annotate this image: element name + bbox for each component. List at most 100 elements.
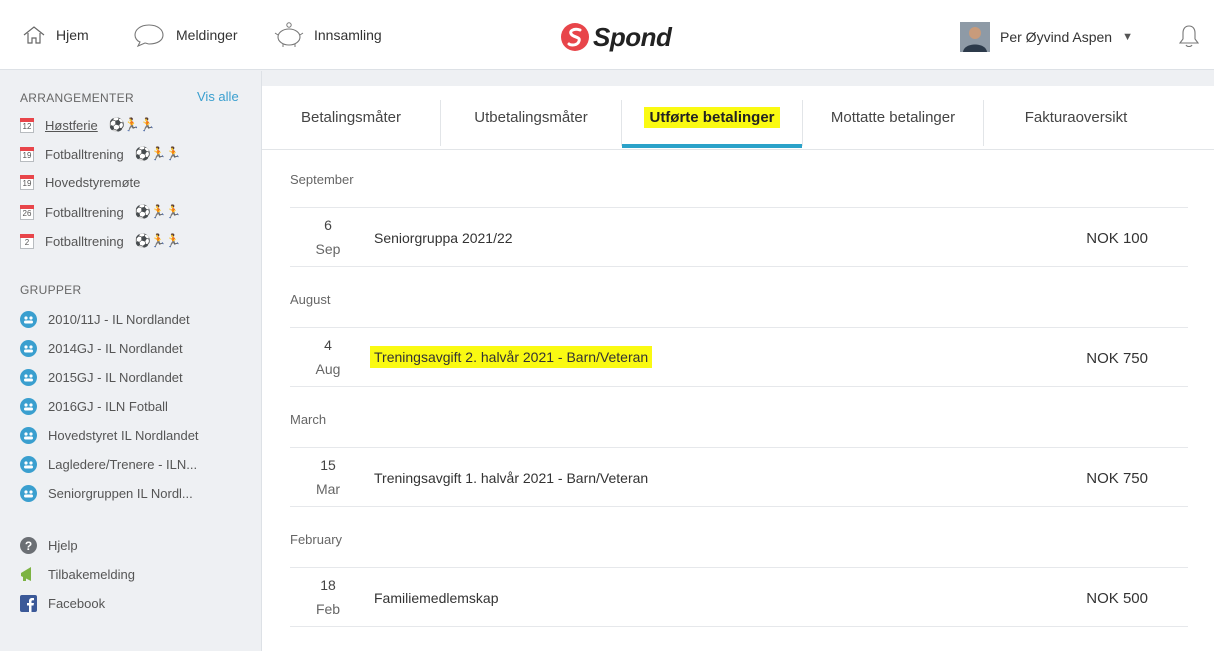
payment-row[interactable]: 15 Mar Treningsavgift 1. halvår 2021 - B… [290,447,1188,507]
nav-home-label: Hjem [56,27,89,43]
payment-title: Familiemedlemskap [374,590,499,606]
sidebar-group-item[interactable]: 2010/11J - IL Nordlandet [20,311,190,328]
megaphone-icon [21,567,31,581]
group-label: Hovedstyret IL Nordlandet [48,428,199,443]
top-navigation-bar: Hjem Meldinger Innsamling Spond Per Øyvi… [0,0,1214,70]
group-icon [20,456,37,473]
events-heading: ARRANGEMENTER [20,91,134,105]
nav-messages-label: Meldinger [176,27,238,43]
payment-day: 4 [324,337,332,353]
payment-day: 6 [324,217,332,233]
event-label: Høstferie [45,117,98,133]
calendar-icon: 19 [20,146,34,162]
calendar-icon: 26 [20,204,34,220]
football-players-icon: ⚽🏃🏃 [134,204,182,219]
payment-day: 15 [320,457,336,473]
payment-month: Feb [315,601,341,617]
group-icon [20,369,37,386]
payment-title: Treningsavgift 2. halvår 2021 - Barn/Vet… [370,346,653,368]
sidebar-event-item[interactable]: 19 Fotballtrening ⚽🏃🏃 [20,146,182,162]
payment-amount: NOK 750 [1086,350,1148,367]
spond-logo[interactable]: Spond [560,20,672,54]
brand-name: Spond [593,21,672,52]
payment-amount: NOK 500 [1086,590,1148,607]
payment-title: Seniorgruppa 2021/22 [374,230,513,246]
group-icon [20,311,37,328]
sidebar-group-item[interactable]: 2014GJ - IL Nordlandet [20,340,183,357]
avatar [960,22,990,52]
event-label: Hovedstyremøte [45,175,141,190]
tab-completed-payments[interactable]: Utførte betalinger [622,86,802,149]
user-name: Per Øyvind Aspen [1000,29,1113,45]
group-icon [20,427,37,444]
event-label: Fotballtrening [45,233,124,249]
football-players-icon: ⚽🏃🏃 [108,117,156,132]
month-heading: August [290,292,331,307]
link-label: Facebook [48,596,106,611]
payment-month: Mar [315,481,341,497]
month-heading: September [290,172,354,187]
groups-heading: GRUPPER [20,283,82,297]
link-label: Tilbakemelding [48,567,135,582]
bell-icon [1178,25,1200,48]
sidebar-group-item[interactable]: Lagledere/Trenere - ILN... [20,456,197,473]
group-icon [20,398,37,415]
month-heading: March [290,412,327,427]
see-all-link[interactable]: Vis alle [197,89,239,104]
nav-home[interactable]: Hjem [22,0,89,70]
sidebar-group-item[interactable]: Seniorgruppen IL Nordl... [20,485,193,502]
nav-messages[interactable]: Meldinger [132,0,237,70]
svg-text:?: ? [25,539,32,553]
sidebar-group-item[interactable]: 2016GJ - ILN Fotball [20,398,168,415]
group-label: Seniorgruppen IL Nordl... [48,486,193,501]
payments-panel: Betalingsmåter Utbetalingsmåter Utførte … [262,86,1214,651]
payment-amount: NOK 100 [1086,230,1148,247]
payment-amount: NOK 750 [1086,470,1148,487]
calendar-icon: 2 [20,233,34,249]
event-label: Fotballtrening [45,146,124,162]
football-players-icon: ⚽🏃🏃 [134,146,182,161]
group-label: Lagledere/Trenere - ILN... [48,457,198,472]
payment-row[interactable]: 18 Feb Familiemedlemskap NOK 500 [290,567,1188,627]
sidebar-event-item[interactable]: 12 Høstferie ⚽🏃🏃 [20,117,156,133]
nav-fundraising-label: Innsamling [314,27,382,43]
tab-payout-methods[interactable]: Utbetalingsmåter [441,86,621,149]
group-label: 2016GJ - ILN Fotball [48,399,168,414]
payment-row[interactable]: 4 Aug Treningsavgift 2. halvår 2021 - Ba… [290,327,1188,387]
facebook-icon [20,595,37,612]
calendar-icon: 12 [20,117,34,133]
notifications-bell[interactable] [1178,24,1200,53]
event-label: Fotballtrening [45,204,124,220]
sidebar-link-feedback[interactable]: Tilbakemelding [20,566,135,583]
group-label: 2014GJ - IL Nordlandet [48,341,183,356]
sidebar-event-item[interactable]: 2 Fotballtrening ⚽🏃🏃 [20,233,182,249]
payment-title: Treningsavgift 1. halvår 2021 - Barn/Vet… [374,470,649,486]
sidebar-event-item[interactable]: 19 Hovedstyremøte [20,175,140,190]
sidebar-link-facebook[interactable]: Facebook [20,595,105,612]
group-icon [20,340,37,357]
payment-day: 18 [320,577,336,593]
payment-month: Sep [315,241,341,257]
help-icon: ? [20,537,37,554]
calendar-icon: 19 [20,175,34,190]
group-label: 2010/11J - IL Nordlandet [48,312,190,327]
payment-month: Aug [315,361,341,377]
home-icon [23,26,45,44]
tab-invoice-overview[interactable]: Fakturaoversikt [984,86,1168,149]
sidebar-group-item[interactable]: 2015GJ - IL Nordlandet [20,369,183,386]
nav-fundraising[interactable]: Innsamling [274,0,382,70]
month-heading: February [290,532,343,547]
tab-payment-methods[interactable]: Betalingsmåter [262,86,440,149]
active-tab-indicator [622,144,802,148]
sidebar-link-help[interactable]: ? Hjelp [20,537,78,554]
payment-row[interactable]: 6 Sep Seniorgruppa 2021/22 NOK 100 [290,207,1188,267]
sidebar-group-item[interactable]: Hovedstyret IL Nordlandet [20,427,199,444]
football-players-icon: ⚽🏃🏃 [134,233,182,248]
spond-logo-icon [561,23,589,51]
speech-bubble-icon [134,24,164,48]
sidebar-event-item[interactable]: 26 Fotballtrening ⚽🏃🏃 [20,204,182,220]
sidebar: ARRANGEMENTER Vis alle 12 Høstferie ⚽🏃🏃 … [0,71,262,651]
payment-tabs: Betalingsmåter Utbetalingsmåter Utførte … [262,86,1214,150]
tab-received-payments[interactable]: Mottatte betalinger [803,86,983,149]
user-menu[interactable]: Per Øyvind Aspen ▼ [960,22,1133,52]
